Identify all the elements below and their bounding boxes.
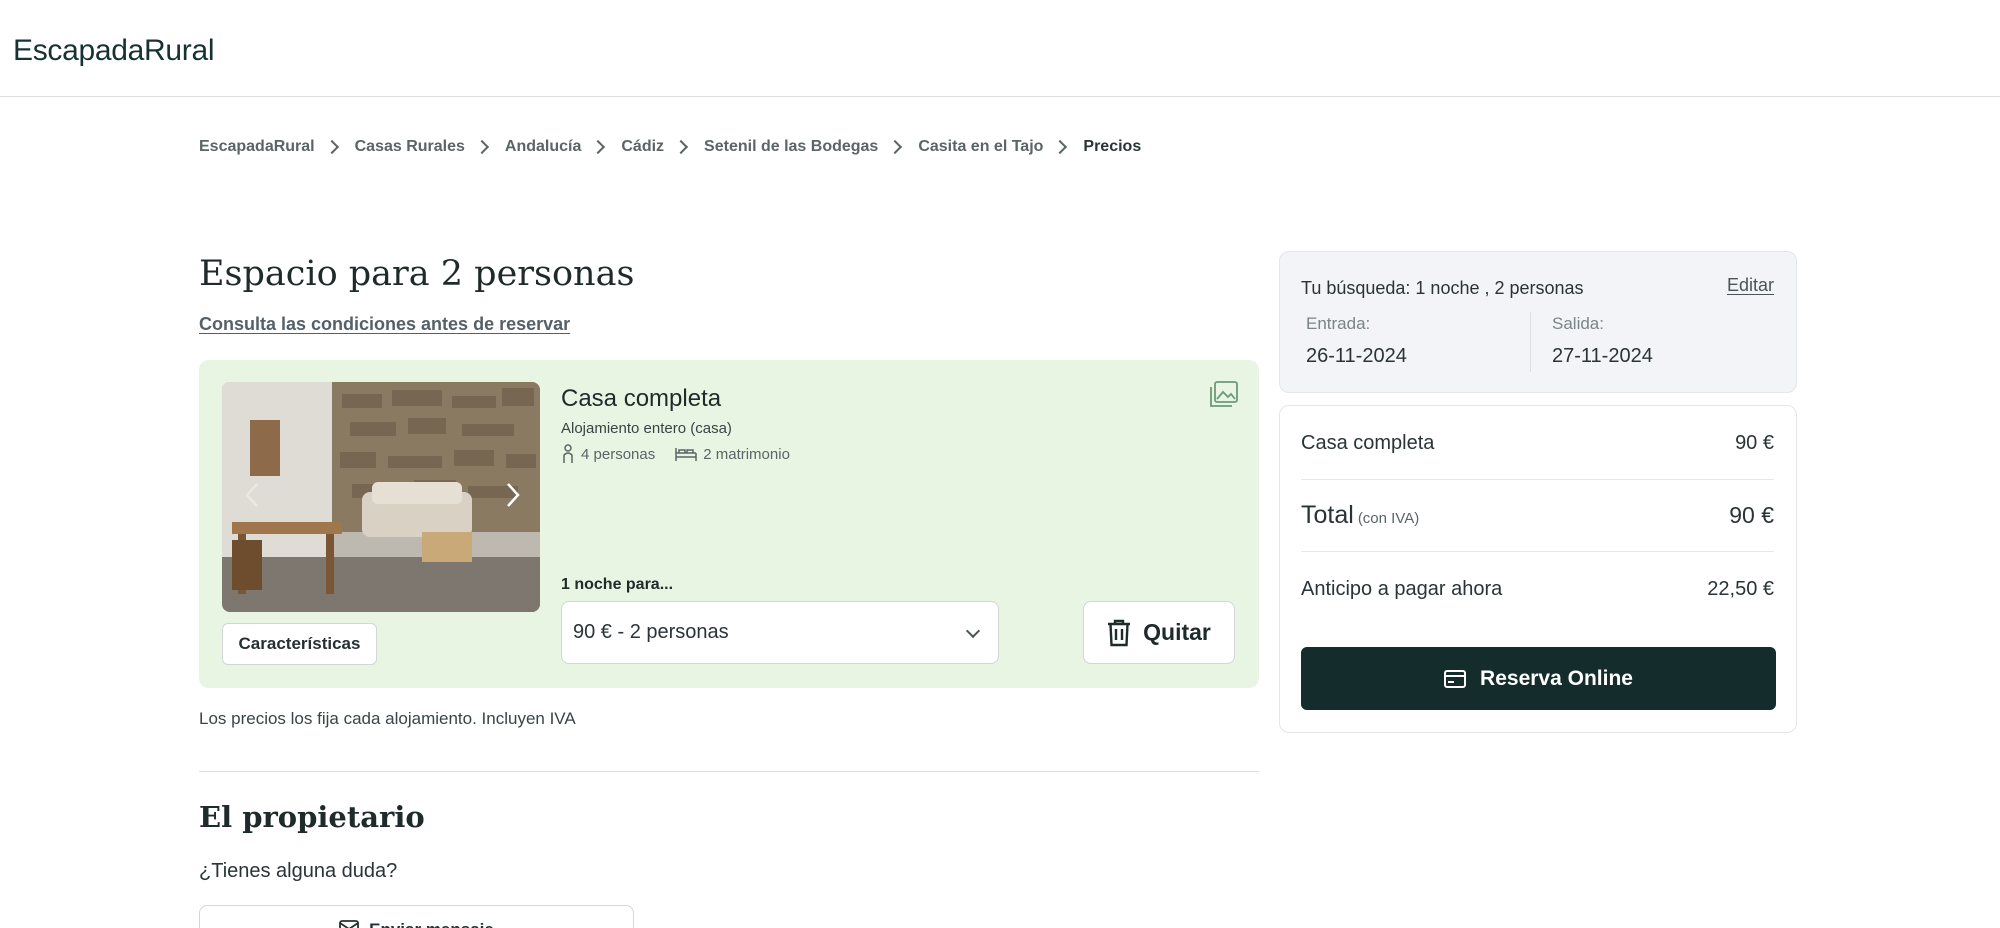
checkin-label: Entrada: bbox=[1306, 314, 1371, 333]
checkout-value: 27-11-2024 bbox=[1552, 345, 1653, 367]
price-option-value: 90 € - 2 personas bbox=[573, 621, 729, 643]
room-name: Casa completa bbox=[561, 385, 722, 412]
total-text: Total bbox=[1301, 501, 1354, 529]
summary-item-row: Casa completa 90 € bbox=[1301, 432, 1774, 455]
search-summary-box: Tu búsqueda: 1 noche , 2 personas Editar… bbox=[1279, 251, 1797, 393]
total-note: (con IVA) bbox=[1357, 510, 1420, 527]
search-summary-text: Tu búsqueda: 1 noche , 2 personas bbox=[1301, 278, 1584, 298]
checkin-value: 26-11-2024 bbox=[1306, 345, 1407, 367]
owner-question: ¿Tienes alguna duda? bbox=[199, 860, 398, 882]
nights-label: 1 noche para... bbox=[561, 576, 674, 593]
gallery-icon[interactable] bbox=[1209, 380, 1239, 408]
chevron-right-icon bbox=[474, 139, 489, 155]
chevron-right-icon bbox=[324, 139, 339, 155]
summary-item-label: Casa completa bbox=[1301, 432, 1435, 454]
bed-icon bbox=[675, 448, 697, 461]
remove-button[interactable]: Quitar bbox=[1083, 601, 1235, 664]
chevron-right-icon bbox=[673, 139, 689, 155]
person-icon bbox=[563, 444, 573, 463]
site-logo[interactable]: EscapadaRural bbox=[13, 34, 215, 68]
room-meta: 4 personas 2 matrimonio bbox=[561, 444, 810, 464]
breadcrumb-item[interactable]: Casas Rurales bbox=[355, 138, 465, 156]
summary-deposit-label: Anticipo a pagar ahora bbox=[1301, 578, 1503, 600]
breadcrumb-item[interactable]: Cádiz bbox=[621, 138, 664, 156]
remove-label: Quitar bbox=[1143, 619, 1211, 645]
breadcrumb-item[interactable]: Setenil de las Bodegas bbox=[704, 138, 878, 156]
chevron-down-icon bbox=[965, 623, 981, 639]
edit-search-link[interactable]: Editar bbox=[1727, 275, 1774, 296]
chevron-right-icon bbox=[591, 139, 606, 155]
beds-info: 2 matrimonio bbox=[675, 446, 790, 463]
features-button[interactable]: Características bbox=[222, 623, 377, 665]
date-divider bbox=[1530, 312, 1531, 372]
breadcrumb-item[interactable]: Andalucía bbox=[505, 138, 581, 156]
breadcrumb-item[interactable]: EscapadaRural bbox=[199, 138, 315, 156]
prices-note: Los precios los fija cada alojamiento. I… bbox=[199, 709, 576, 728]
owner-title: El propietario bbox=[199, 800, 425, 834]
room-type: Alojamiento entero (casa) bbox=[561, 420, 732, 437]
summary-total-row: Total (con IVA) 90 € bbox=[1301, 501, 1774, 530]
page-title: Espacio para 2 personas bbox=[199, 254, 635, 294]
send-message-label: Enviar mensaje bbox=[369, 920, 494, 928]
conditions-link[interactable]: Consulta las condiciones antes de reserv… bbox=[199, 314, 570, 335]
trash-icon bbox=[1108, 619, 1131, 646]
credit-card-icon bbox=[1444, 669, 1467, 688]
breadcrumb-current: Precios bbox=[1083, 138, 1142, 155]
beds-count: 2 matrimonio bbox=[703, 445, 790, 463]
chevron-left-icon[interactable] bbox=[236, 478, 270, 512]
price-option-select[interactable]: 90 € - 2 personas bbox=[561, 601, 999, 664]
chevron-right-icon bbox=[1053, 139, 1068, 155]
checkout-label: Salida: bbox=[1552, 314, 1604, 333]
checkout-date[interactable]: Salida: 27-11-2024 bbox=[1552, 314, 1653, 368]
book-online-label: Reserva Online bbox=[1480, 666, 1633, 690]
send-message-button[interactable]: Enviar mensaje bbox=[199, 905, 634, 928]
section-divider bbox=[199, 771, 1259, 772]
message-icon bbox=[339, 920, 360, 928]
summary-total-price: 90 € bbox=[1729, 502, 1774, 528]
summary-divider bbox=[1301, 479, 1774, 480]
guests-count: 4 personas bbox=[581, 445, 656, 463]
breadcrumb-item[interactable]: Casita en el Tajo bbox=[918, 138, 1043, 156]
summary-deposit-price: 22,50 € bbox=[1707, 578, 1774, 600]
top-bar: EscapadaRural bbox=[0, 0, 2000, 97]
summary-deposit-row: Anticipo a pagar ahora 22,50 € bbox=[1301, 578, 1774, 601]
chevron-right-icon bbox=[888, 139, 903, 155]
summary-total-label: Total (con IVA) bbox=[1301, 501, 1419, 530]
book-online-button[interactable]: Reserva Online bbox=[1301, 647, 1776, 710]
checkin-date[interactable]: Entrada: 26-11-2024 bbox=[1306, 314, 1407, 368]
room-card: Características Casa completa Alojamient… bbox=[199, 360, 1259, 688]
summary-item-price: 90 € bbox=[1735, 432, 1774, 454]
room-photo[interactable] bbox=[222, 382, 540, 612]
guests-info: 4 personas bbox=[561, 444, 655, 464]
summary-divider bbox=[1301, 551, 1774, 552]
booking-summary-box: Casa completa 90 € Total (con IVA) 90 € A… bbox=[1279, 405, 1797, 733]
breadcrumb: EscapadaRural Casas Rurales Andalucía Cá… bbox=[199, 138, 1141, 156]
chevron-right-icon[interactable] bbox=[495, 478, 529, 512]
